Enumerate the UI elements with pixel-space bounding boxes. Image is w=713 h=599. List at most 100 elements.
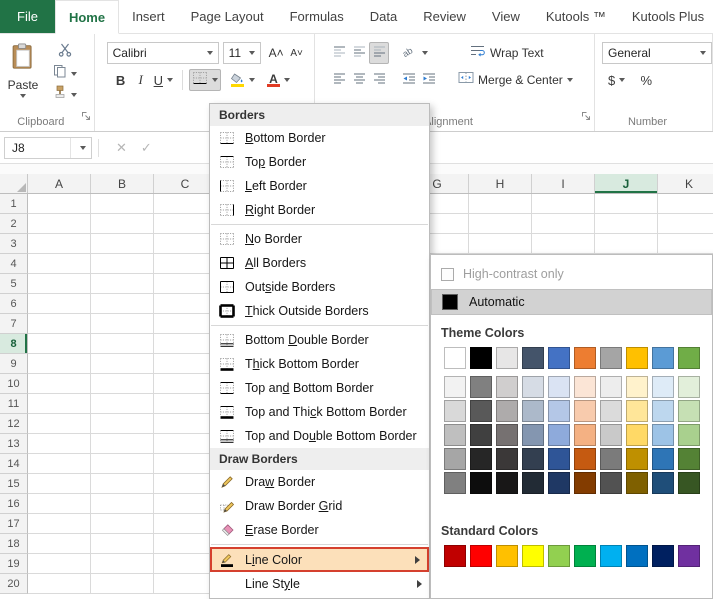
increase-font-size-button[interactable]: A˄ (266, 42, 287, 64)
theme-variant-swatch[interactable] (470, 424, 492, 446)
theme-variant-swatch[interactable] (496, 424, 518, 446)
row-header-20[interactable]: 20 (0, 574, 28, 594)
font-name-combobox[interactable]: Calibri (107, 42, 219, 64)
alignment-dialog-launcher[interactable] (581, 108, 591, 126)
standard-color-swatch[interactable] (444, 545, 466, 567)
theme-variant-swatch[interactable] (522, 472, 544, 494)
bold-button[interactable]: B (111, 69, 131, 91)
tab-file[interactable]: File (0, 0, 55, 33)
tab-review[interactable]: Review (410, 0, 479, 33)
theme-variant-swatch[interactable] (652, 448, 674, 470)
theme-color-swatch[interactable] (496, 347, 518, 369)
column-header-i[interactable]: I (532, 174, 595, 193)
menu-item-top-and-bottom-border[interactable]: Top and Bottom Border (210, 376, 429, 400)
row-header-19[interactable]: 19 (0, 554, 28, 574)
theme-variant-swatch[interactable] (496, 448, 518, 470)
theme-color-swatch[interactable] (444, 347, 466, 369)
theme-variant-swatch[interactable] (678, 376, 700, 398)
row-header-1[interactable]: 1 (0, 194, 28, 214)
menu-item-no-border[interactable]: No Border (210, 227, 429, 251)
theme-variant-swatch[interactable] (600, 472, 622, 494)
align-bottom-button[interactable] (369, 42, 389, 64)
row-header-18[interactable]: 18 (0, 534, 28, 554)
theme-color-swatch[interactable] (470, 347, 492, 369)
theme-variant-swatch[interactable] (626, 376, 648, 398)
column-header-k[interactable]: K (658, 174, 713, 193)
tab-insert[interactable]: Insert (119, 0, 178, 33)
row-header-11[interactable]: 11 (0, 394, 28, 414)
decrease-font-size-button[interactable]: A˅ (287, 42, 307, 64)
column-header-a[interactable]: A (28, 174, 91, 193)
row-header-17[interactable]: 17 (0, 514, 28, 534)
row-header-9[interactable]: 9 (0, 354, 28, 374)
theme-variant-swatch[interactable] (548, 376, 570, 398)
standard-color-swatch[interactable] (496, 545, 518, 567)
align-top-button[interactable] (329, 42, 349, 64)
number-format-combobox[interactable]: General (602, 42, 712, 64)
menu-item-top-border[interactable]: Top Border (210, 150, 429, 174)
theme-variant-swatch[interactable] (574, 424, 596, 446)
theme-color-swatch[interactable] (678, 347, 700, 369)
accounting-format-button[interactable]: $ (605, 69, 628, 91)
theme-variant-swatch[interactable] (652, 424, 674, 446)
menu-item-draw-border[interactable]: Draw Border (210, 470, 429, 494)
menu-item-left-border[interactable]: Left Border (210, 174, 429, 198)
menu-item-thick-outside-borders[interactable]: Thick Outside Borders (210, 299, 429, 323)
theme-color-swatch[interactable] (626, 347, 648, 369)
menu-item-bottom-border[interactable]: Bottom Border (210, 126, 429, 150)
standard-color-swatch[interactable] (548, 545, 570, 567)
theme-color-swatch[interactable] (652, 347, 674, 369)
standard-color-swatch[interactable] (626, 545, 648, 567)
row-header-12[interactable]: 12 (0, 414, 28, 434)
menu-item-bottom-double-border[interactable]: Bottom Double Border (210, 328, 429, 352)
standard-color-swatch[interactable] (600, 545, 622, 567)
theme-variant-swatch[interactable] (470, 376, 492, 398)
high-contrast-checkbox[interactable] (441, 268, 454, 281)
row-header-2[interactable]: 2 (0, 214, 28, 234)
select-all-corner[interactable] (0, 174, 28, 193)
theme-variant-swatch[interactable] (548, 448, 570, 470)
theme-variant-swatch[interactable] (652, 400, 674, 422)
wrap-text-button[interactable]: Wrap Text (467, 42, 547, 64)
theme-variant-swatch[interactable] (678, 424, 700, 446)
percent-style-button[interactable]: % (636, 69, 656, 91)
menu-item-erase-border[interactable]: Erase Border (210, 518, 429, 542)
theme-variant-swatch[interactable] (496, 376, 518, 398)
decrease-indent-button[interactable] (399, 69, 419, 91)
theme-variant-swatch[interactable] (652, 472, 674, 494)
tab-data[interactable]: Data (357, 0, 410, 33)
increase-indent-button[interactable] (419, 69, 439, 91)
theme-variant-swatch[interactable] (600, 448, 622, 470)
merge-center-button[interactable]: Merge & Center (455, 69, 576, 91)
column-header-h[interactable]: H (469, 174, 532, 193)
align-right-button[interactable] (369, 69, 389, 91)
theme-variant-swatch[interactable] (678, 400, 700, 422)
standard-color-swatch[interactable] (678, 545, 700, 567)
theme-variant-swatch[interactable] (574, 472, 596, 494)
fx-cancel-icon[interactable]: ✕ (109, 140, 134, 156)
tab-kutools-plus[interactable]: Kutools Plus (619, 0, 713, 33)
standard-color-swatch[interactable] (574, 545, 596, 567)
theme-color-swatch[interactable] (548, 347, 570, 369)
theme-variant-swatch[interactable] (678, 448, 700, 470)
theme-variant-swatch[interactable] (548, 424, 570, 446)
copy-button[interactable] (50, 65, 80, 82)
tab-view[interactable]: View (479, 0, 533, 33)
theme-variant-swatch[interactable] (470, 448, 492, 470)
theme-variant-swatch[interactable] (444, 376, 466, 398)
theme-variant-swatch[interactable] (678, 472, 700, 494)
theme-color-swatch[interactable] (600, 347, 622, 369)
row-header-7[interactable]: 7 (0, 314, 28, 334)
theme-variant-swatch[interactable] (600, 376, 622, 398)
orientation-button[interactable]: ab (399, 42, 431, 64)
standard-color-swatch[interactable] (522, 545, 544, 567)
standard-color-swatch[interactable] (652, 545, 674, 567)
column-header-b[interactable]: B (91, 174, 154, 193)
theme-variant-swatch[interactable] (496, 472, 518, 494)
theme-variant-swatch[interactable] (652, 376, 674, 398)
row-header-5[interactable]: 5 (0, 274, 28, 294)
row-header-15[interactable]: 15 (0, 474, 28, 494)
align-left-button[interactable] (329, 69, 349, 91)
row-header-6[interactable]: 6 (0, 294, 28, 314)
theme-variant-swatch[interactable] (444, 424, 466, 446)
